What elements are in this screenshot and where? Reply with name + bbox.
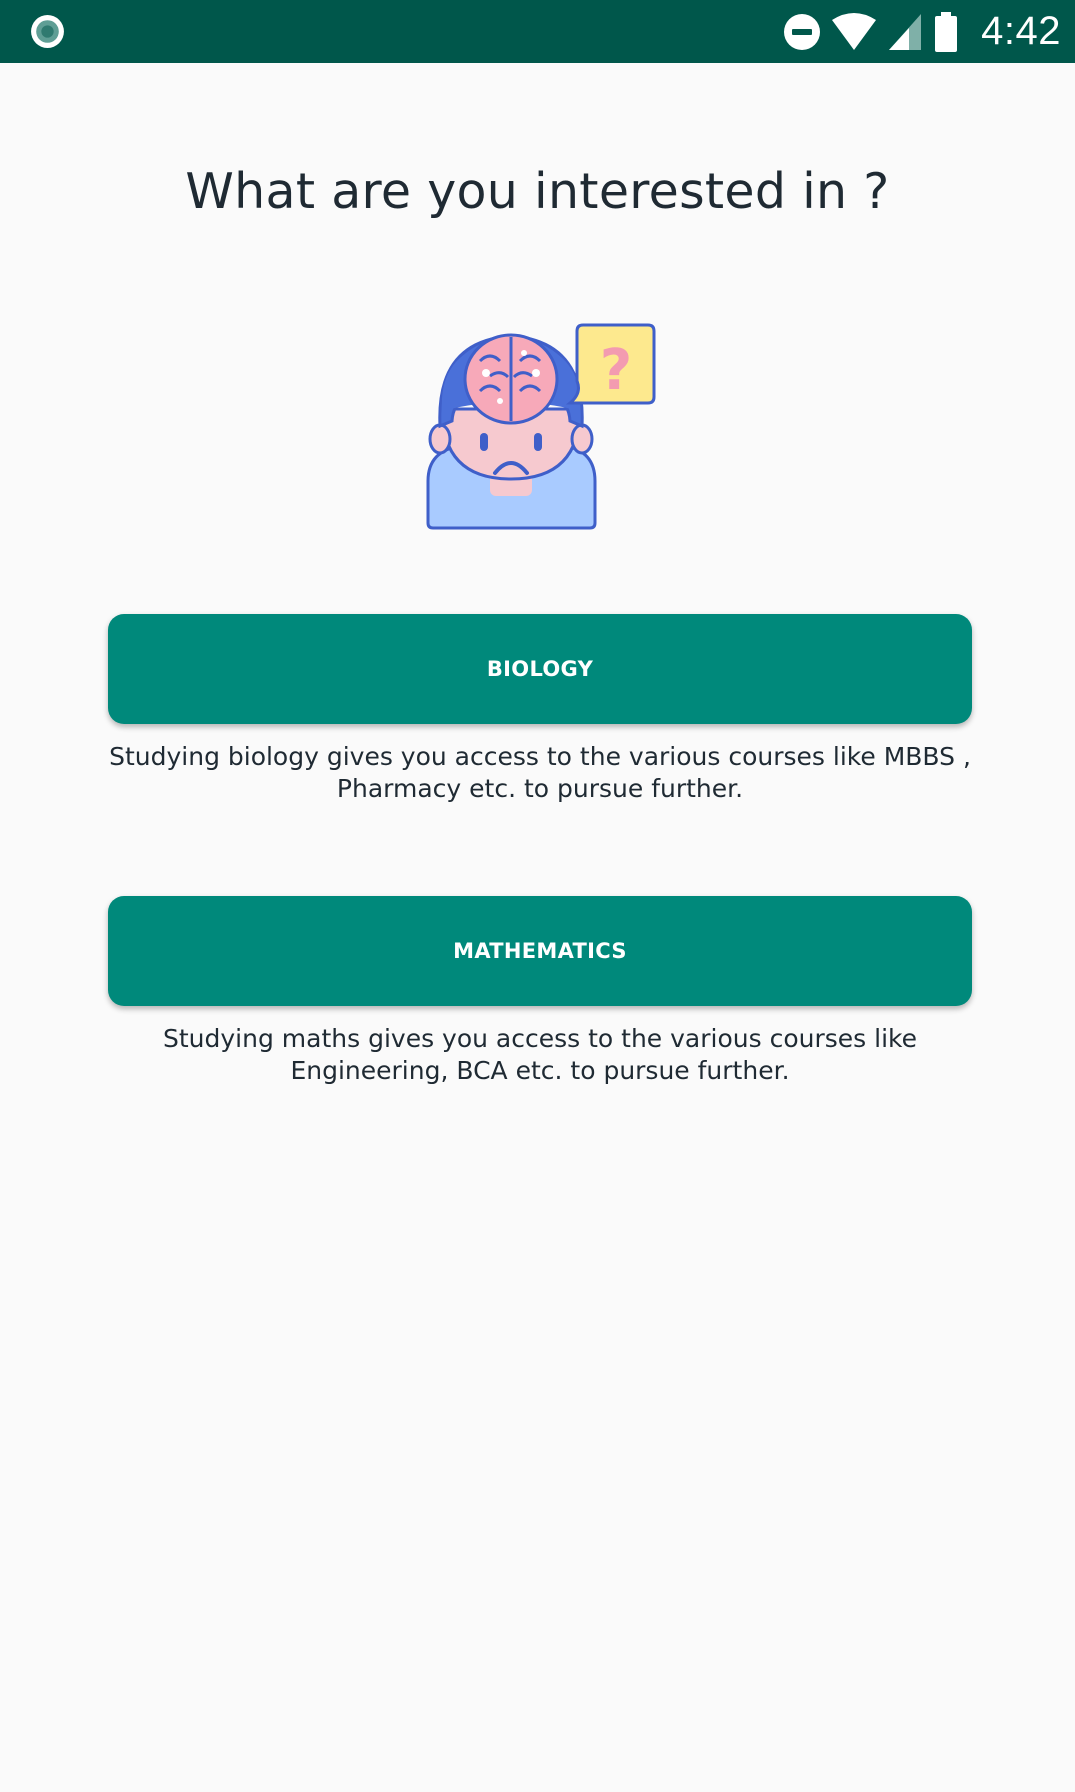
status-time: 4:42 — [981, 9, 1061, 53]
svg-text:?: ? — [600, 338, 632, 403]
app-notification-icon — [31, 15, 64, 48]
status-bar: 4:42 — [0, 0, 1075, 63]
do-not-disturb-icon — [784, 13, 821, 50]
page-title: What are you interested in ? — [185, 163, 890, 220]
mathematics-description: Studying maths gives you access to the v… — [163, 1024, 917, 1085]
cellular-signal-icon — [889, 13, 922, 50]
biology-button[interactable]: BIOLOGY — [108, 614, 972, 724]
biology-description: Studying biology gives you access to the… — [109, 742, 971, 803]
status-icons: 4:42 — [783, 0, 1061, 63]
battery-icon — [935, 11, 958, 52]
confused-person-brain-question-icon: ? — [426, 323, 656, 530]
wifi-icon — [832, 12, 877, 50]
mathematics-button[interactable]: MATHEMATICS — [108, 896, 972, 1006]
